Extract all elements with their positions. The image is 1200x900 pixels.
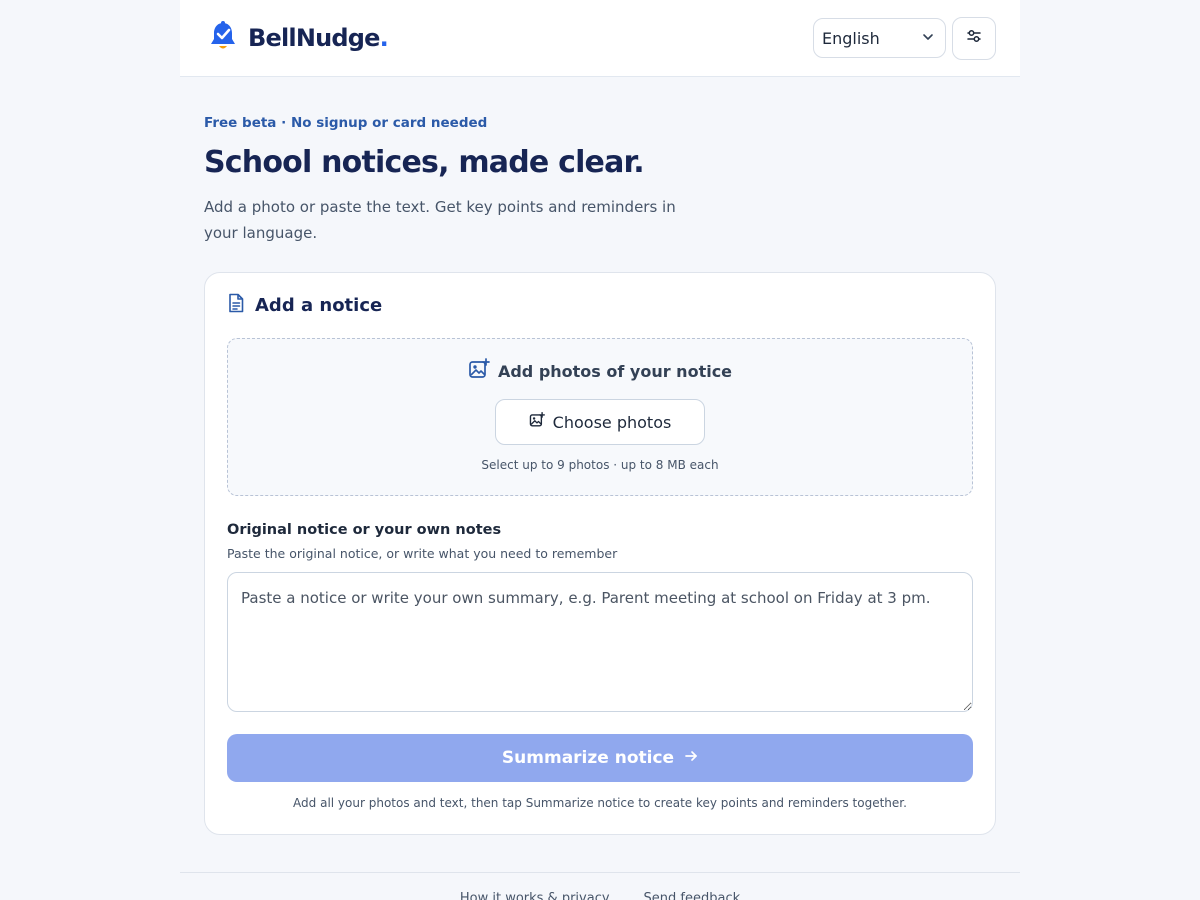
- add-notice-card: Add a notice Add photos of your notice C…: [204, 272, 996, 835]
- page-title: School notices, made clear.: [204, 145, 645, 180]
- footer-divider: [180, 872, 1020, 873]
- photo-dropzone[interactable]: Add photos of your notice Choose photos …: [227, 338, 973, 496]
- dropzone-title: Add photos of your notice: [468, 358, 733, 384]
- choose-photos-label: Choose photos: [552, 412, 672, 432]
- top-bar: BellNudge. English: [180, 0, 1020, 77]
- settings-button[interactable]: [952, 16, 996, 60]
- summarize-hint: Add all your photos and text, then tap S…: [293, 796, 907, 810]
- app-shell: BellNudge. English Free beta · No signup…: [180, 0, 1020, 900]
- dropzone-hint: Select up to 9 photos · up to 8 MB each: [481, 458, 719, 472]
- footer-link-privacy[interactable]: How it works & privacy: [460, 891, 610, 900]
- brand[interactable]: BellNudge.: [208, 20, 389, 56]
- card-header: Add a notice: [227, 293, 973, 317]
- summarize-button[interactable]: Summarize notice: [227, 734, 973, 782]
- arrow-right-icon: [684, 748, 698, 768]
- bell-check-icon: [208, 20, 238, 56]
- chevron-down-icon: [921, 29, 935, 48]
- header-controls: English: [813, 16, 996, 60]
- sliders-icon: [966, 28, 982, 48]
- notes-label: Original notice or your own notes: [227, 522, 502, 538]
- beta-eyebrow: Free beta · No signup or card needed: [204, 115, 488, 131]
- document-icon: [227, 293, 245, 318]
- choose-photos-button[interactable]: Choose photos: [495, 399, 705, 445]
- image-plus-icon: [529, 412, 545, 432]
- hero: Free beta · No signup or card needed Sch…: [180, 77, 1020, 246]
- page-subtitle: Add a photo or paste the text. Get key p…: [204, 198, 676, 242]
- language-value: English: [822, 28, 880, 48]
- language-select[interactable]: English: [813, 18, 946, 58]
- image-plus-icon: [468, 358, 490, 384]
- notes-textarea[interactable]: [227, 572, 973, 712]
- notes-help: Paste the original notice, or write what…: [227, 546, 618, 561]
- summarize-label: Summarize notice: [501, 748, 675, 768]
- dropzone-title-text: Add photos of your notice: [497, 361, 733, 381]
- footer-link-feedback[interactable]: Send feedback: [644, 891, 741, 900]
- footer: How it works & privacy Send feedback: [180, 891, 1020, 900]
- brand-name: BellNudge.: [248, 24, 389, 52]
- card-title: Add a notice: [255, 294, 383, 316]
